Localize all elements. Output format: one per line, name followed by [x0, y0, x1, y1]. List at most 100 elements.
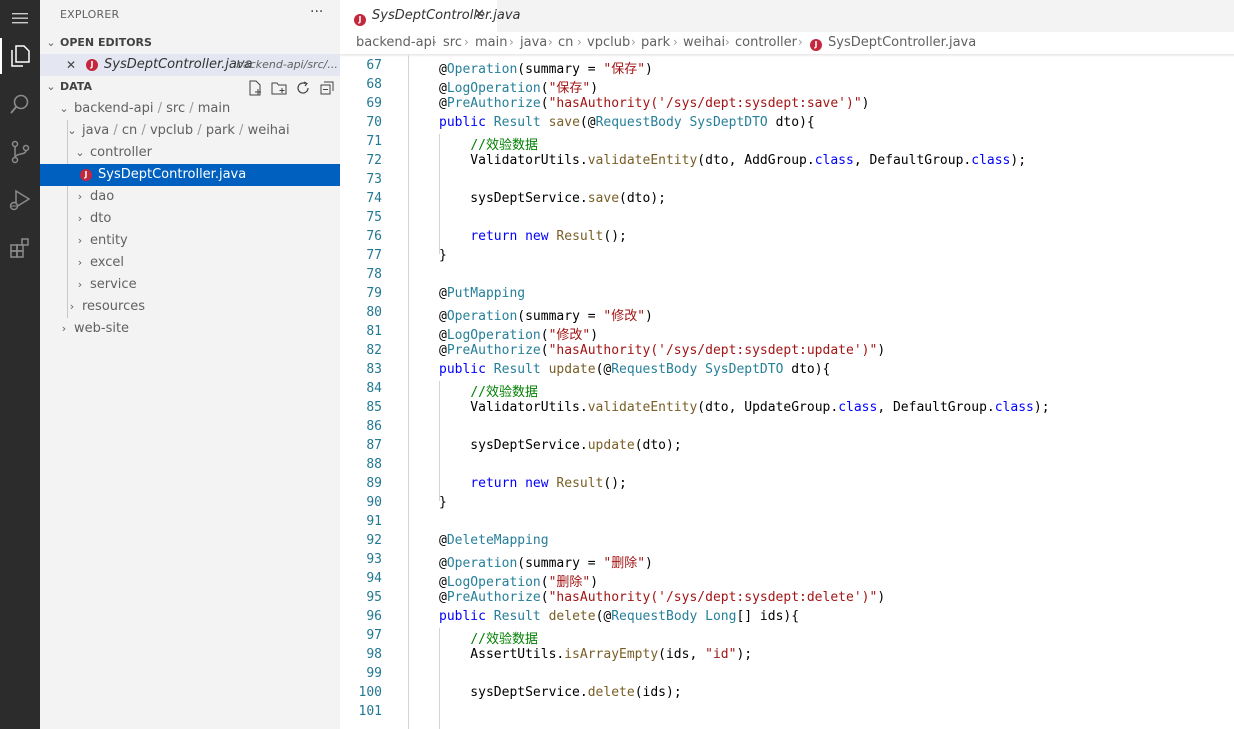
tree-item-dto[interactable]: › dto: [40, 208, 340, 230]
breadcrumb-main[interactable]: main: [475, 35, 507, 50]
line-number: 74: [366, 191, 382, 206]
breadcrumb-file[interactable]: SysDeptController.java: [828, 35, 976, 50]
code-editor[interactable]: 67 68 69 70 71 72 73 74 75 76 77 78 79 80 81 82 83 84 85 86…: [340, 54, 1234, 729]
code-line: //效验数据: [470, 138, 538, 153]
collapse-all-icon[interactable]: [317, 79, 337, 97]
folder-controller: controller: [90, 145, 153, 160]
chevron-right-icon: ›: [464, 35, 469, 49]
tree-item-dao[interactable]: › dao: [40, 186, 340, 208]
extensions-icon[interactable]: [0, 230, 40, 266]
tree-item-controller[interactable]: ⌄ controller: [40, 142, 340, 164]
tab-sysdeptcontroller[interactable]: J SysDeptController.java ✕: [340, 0, 520, 32]
folder-dto: dto: [90, 211, 112, 226]
chevron-right-icon: ›: [77, 256, 83, 269]
chevron-right-icon: ›: [77, 212, 83, 225]
breadcrumb-cn[interactable]: cn: [558, 35, 573, 50]
folder-web-site: web-site: [74, 321, 130, 336]
chevron-right-icon: ›: [77, 234, 83, 247]
editor-tab-bar: J SysDeptController.java ✕: [340, 0, 1234, 32]
tree-item-entity[interactable]: › entity: [40, 230, 340, 252]
line-number: 83: [366, 362, 382, 377]
tree-item-excel[interactable]: › excel: [40, 252, 340, 274]
breadcrumb-java[interactable]: java: [520, 35, 547, 50]
explorer-title: EXPLORER: [60, 8, 120, 21]
explorer-sidebar: EXPLORER ··· ⌄ OPEN EDITORS ✕ J SysDeptC…: [40, 0, 340, 729]
java-file-icon: J: [86, 54, 98, 76]
more-actions-icon[interactable]: ···: [310, 4, 323, 20]
breadcrumb-backend-api[interactable]: backend-api: [356, 35, 435, 50]
explorer-icon[interactable]: [0, 38, 40, 74]
tree-item-sysdeptcontroller[interactable]: J SysDeptController.java: [40, 164, 340, 186]
refresh-icon[interactable]: [293, 79, 313, 97]
indent-guide: [408, 54, 409, 729]
code-line: @PreAuthorize("hasAuthority('/sys/dept:s…: [439, 343, 886, 358]
workspace-label: DATA: [60, 80, 92, 93]
new-folder-icon[interactable]: [269, 79, 289, 97]
chevron-down-icon: ⌄: [75, 146, 85, 159]
folder-weihai: weihai: [247, 123, 290, 138]
line-number: 91: [366, 514, 382, 529]
folder-entity: entity: [90, 233, 128, 248]
file-sysdeptcontroller: SysDeptController.java: [98, 167, 247, 182]
breadcrumb-controller[interactable]: controller: [735, 35, 797, 50]
code-line: }: [439, 495, 447, 510]
code-line: @Operation(summary = "修改"): [439, 309, 653, 324]
chevron-right-icon: ›: [577, 35, 582, 49]
chevron-right-icon: ›: [673, 35, 678, 49]
chevron-right-icon: ›: [725, 35, 730, 49]
folder-cn: cn: [121, 123, 138, 138]
folder-park: park: [205, 123, 235, 138]
tree-item-java-path[interactable]: ⌄ java / cn / vpclub / park / weihai: [40, 120, 340, 142]
line-number: 70: [366, 115, 382, 130]
line-number: 94: [366, 571, 382, 586]
line-number: 71: [366, 134, 382, 149]
menu-icon[interactable]: [0, 0, 40, 36]
breadcrumb-vpclub[interactable]: vpclub: [587, 35, 630, 50]
line-number: 101: [358, 704, 382, 719]
tree-item-resources[interactable]: › resources: [40, 296, 340, 318]
line-number: 95: [366, 590, 382, 605]
open-editors-section[interactable]: ⌄ OPEN EDITORS: [40, 32, 340, 54]
java-file-icon: J: [810, 37, 822, 52]
close-tab-icon[interactable]: ✕: [474, 7, 485, 22]
folder-backend-api: backend-api: [74, 101, 154, 116]
code-line: public Result update(@RequestBody SysDep…: [439, 362, 831, 377]
folder-excel: excel: [90, 255, 124, 270]
chevron-right-icon: ›: [509, 35, 514, 49]
code-line: return new Result();: [470, 229, 627, 244]
chevron-right-icon: ›: [61, 322, 67, 335]
folder-java: java: [82, 123, 110, 138]
source-control-icon[interactable]: [0, 134, 40, 170]
tree-item-backend-api[interactable]: ⌄ backend-api / src / main: [40, 98, 340, 120]
line-number: 90: [366, 495, 382, 510]
search-icon[interactable]: [0, 86, 40, 122]
breadcrumb-park[interactable]: park: [641, 35, 670, 50]
folder-dao: dao: [90, 189, 115, 204]
line-number: 78: [366, 267, 382, 282]
code-line: sysDeptService.update(dto);: [439, 438, 682, 453]
folder-src: src: [166, 101, 186, 116]
line-number: 88: [366, 457, 382, 472]
breadcrumb-src[interactable]: src: [443, 35, 462, 50]
line-number: 100: [358, 685, 382, 700]
chevron-down-icon: ⌄: [46, 80, 56, 93]
open-editor-item[interactable]: ✕ J SysDeptController.java backend-api/s…: [40, 54, 340, 76]
code-line: @PreAuthorize("hasAuthority('/sys/dept:s…: [439, 590, 886, 605]
close-icon[interactable]: ✕: [66, 54, 76, 76]
run-debug-icon[interactable]: [0, 182, 40, 218]
code-line: @LogOperation("保存"): [439, 81, 599, 96]
code-line: AssertUtils.isArrayEmpty(ids, "id");: [439, 647, 753, 662]
breadcrumb-weihai[interactable]: weihai: [683, 35, 725, 50]
line-number: 85: [366, 400, 382, 415]
line-number: 98: [366, 647, 382, 662]
new-file-icon[interactable]: [245, 79, 265, 97]
tree-item-web-site[interactable]: › web-site: [40, 318, 340, 340]
line-number: 96: [366, 609, 382, 624]
line-number: 76: [366, 229, 382, 244]
chevron-right-icon: ›: [548, 35, 553, 49]
chevron-right-icon: ›: [798, 35, 803, 49]
code-line: @LogOperation("删除"): [439, 575, 599, 590]
code-line: //效验数据: [470, 632, 538, 647]
open-editor-filename: SysDeptController.java: [104, 57, 253, 72]
tree-item-service[interactable]: › service: [40, 274, 340, 296]
